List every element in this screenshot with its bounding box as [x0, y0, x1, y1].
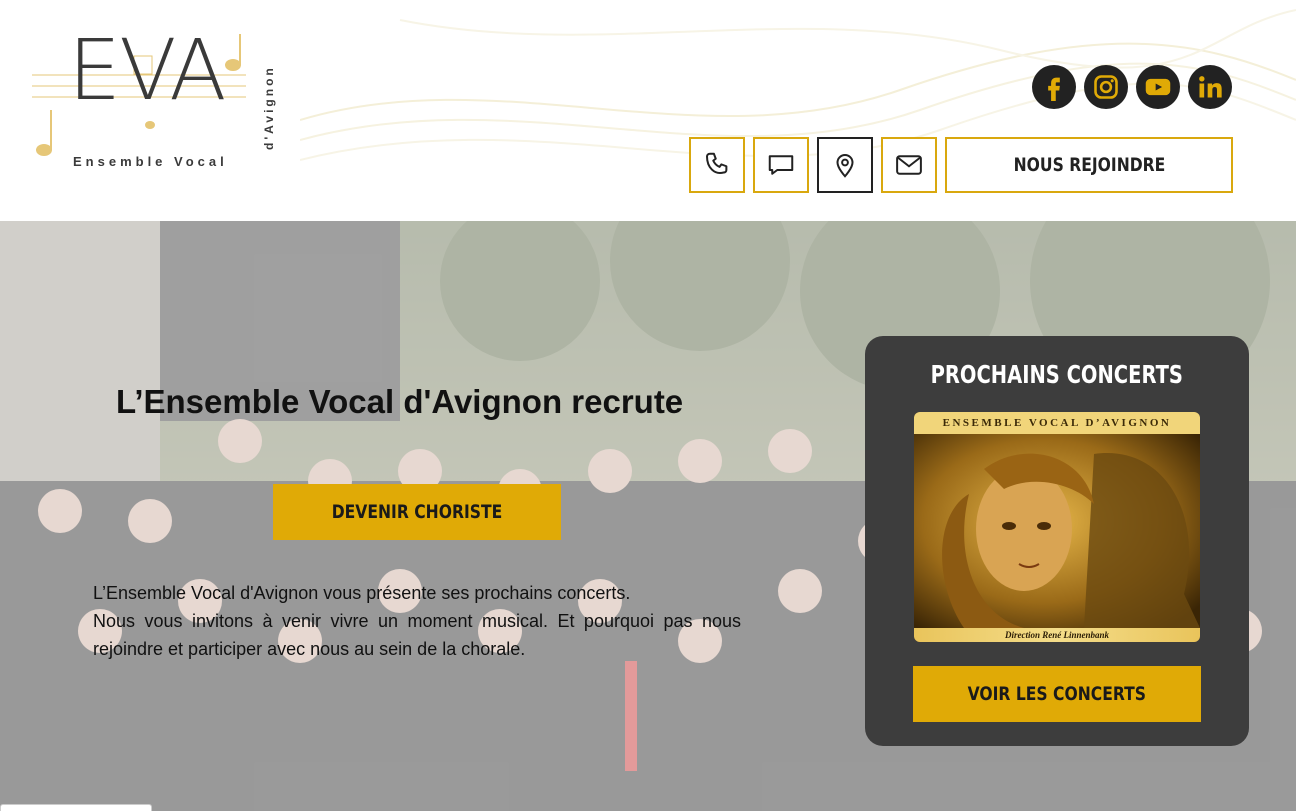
- chat-icon: [768, 155, 794, 175]
- concert-poster[interactable]: ENSEMBLE VOCAL D’AVIGNON Direction René …: [914, 412, 1200, 642]
- concerts-title: PROCHAINS CONCERTS: [865, 360, 1249, 389]
- hero-text-line2: Nous vous invitons à venir vivre un mome…: [93, 611, 741, 659]
- youtube-link[interactable]: [1136, 65, 1180, 109]
- logo-vertical-text: d'Avignon: [262, 65, 276, 150]
- join-button[interactable]: NOUS REJOINDRE: [945, 137, 1233, 193]
- social-links: [1032, 65, 1232, 109]
- instagram-icon: [1094, 75, 1118, 99]
- view-concerts-label: VOIR LES CONCERTS: [967, 683, 1147, 705]
- hero-title: L’Ensemble Vocal d'Avignon recrute: [116, 383, 684, 420]
- youtube-icon: [1145, 78, 1171, 96]
- facebook-link[interactable]: [1032, 65, 1076, 109]
- site-logo[interactable]: EVA Ensemble Vocal d'Avignon: [30, 28, 280, 178]
- logo-subtitle: Ensemble Vocal: [73, 154, 228, 169]
- mail-button[interactable]: [881, 137, 937, 193]
- linkedin-link[interactable]: [1188, 65, 1232, 109]
- poster-header: ENSEMBLE VOCAL D’AVIGNON: [914, 412, 1200, 434]
- hero-text-line1: L’Ensemble Vocal d'Avignon vous présente…: [93, 583, 631, 603]
- poster-footer: Direction René Linnenbank: [914, 628, 1200, 642]
- phone-button[interactable]: [689, 137, 745, 193]
- chat-button[interactable]: [753, 137, 809, 193]
- become-chorister-button[interactable]: DEVENIR CHORISTE: [273, 484, 561, 540]
- concerts-title-text: PROCHAINS CONCERTS: [930, 360, 1184, 389]
- bottom-edge-tab[interactable]: [0, 804, 152, 811]
- facebook-icon: [1048, 77, 1060, 101]
- location-pin-icon: [836, 154, 854, 178]
- instagram-link[interactable]: [1084, 65, 1128, 109]
- mail-icon: [896, 155, 922, 175]
- linkedin-icon: [1199, 76, 1222, 98]
- join-button-label: NOUS REJOINDRE: [1013, 154, 1165, 176]
- hero-section: L’Ensemble Vocal d'Avignon recrute DEVEN…: [0, 221, 1296, 811]
- angel-painting-image: [914, 434, 1200, 628]
- location-button[interactable]: [817, 137, 873, 193]
- logo-letters: EVA: [68, 21, 227, 119]
- upcoming-concerts-card: PROCHAINS CONCERTS ENSEMBLE VOCAL D’AVIG…: [865, 336, 1249, 746]
- become-chorister-label: DEVENIR CHORISTE: [331, 501, 503, 523]
- view-concerts-button[interactable]: VOIR LES CONCERTS: [913, 666, 1201, 722]
- hero-description: L’Ensemble Vocal d'Avignon vous présente…: [93, 579, 741, 663]
- phone-icon: [706, 152, 728, 174]
- site-header: EVA Ensemble Vocal d'Avignon NOUS REJOIN…: [0, 0, 1296, 221]
